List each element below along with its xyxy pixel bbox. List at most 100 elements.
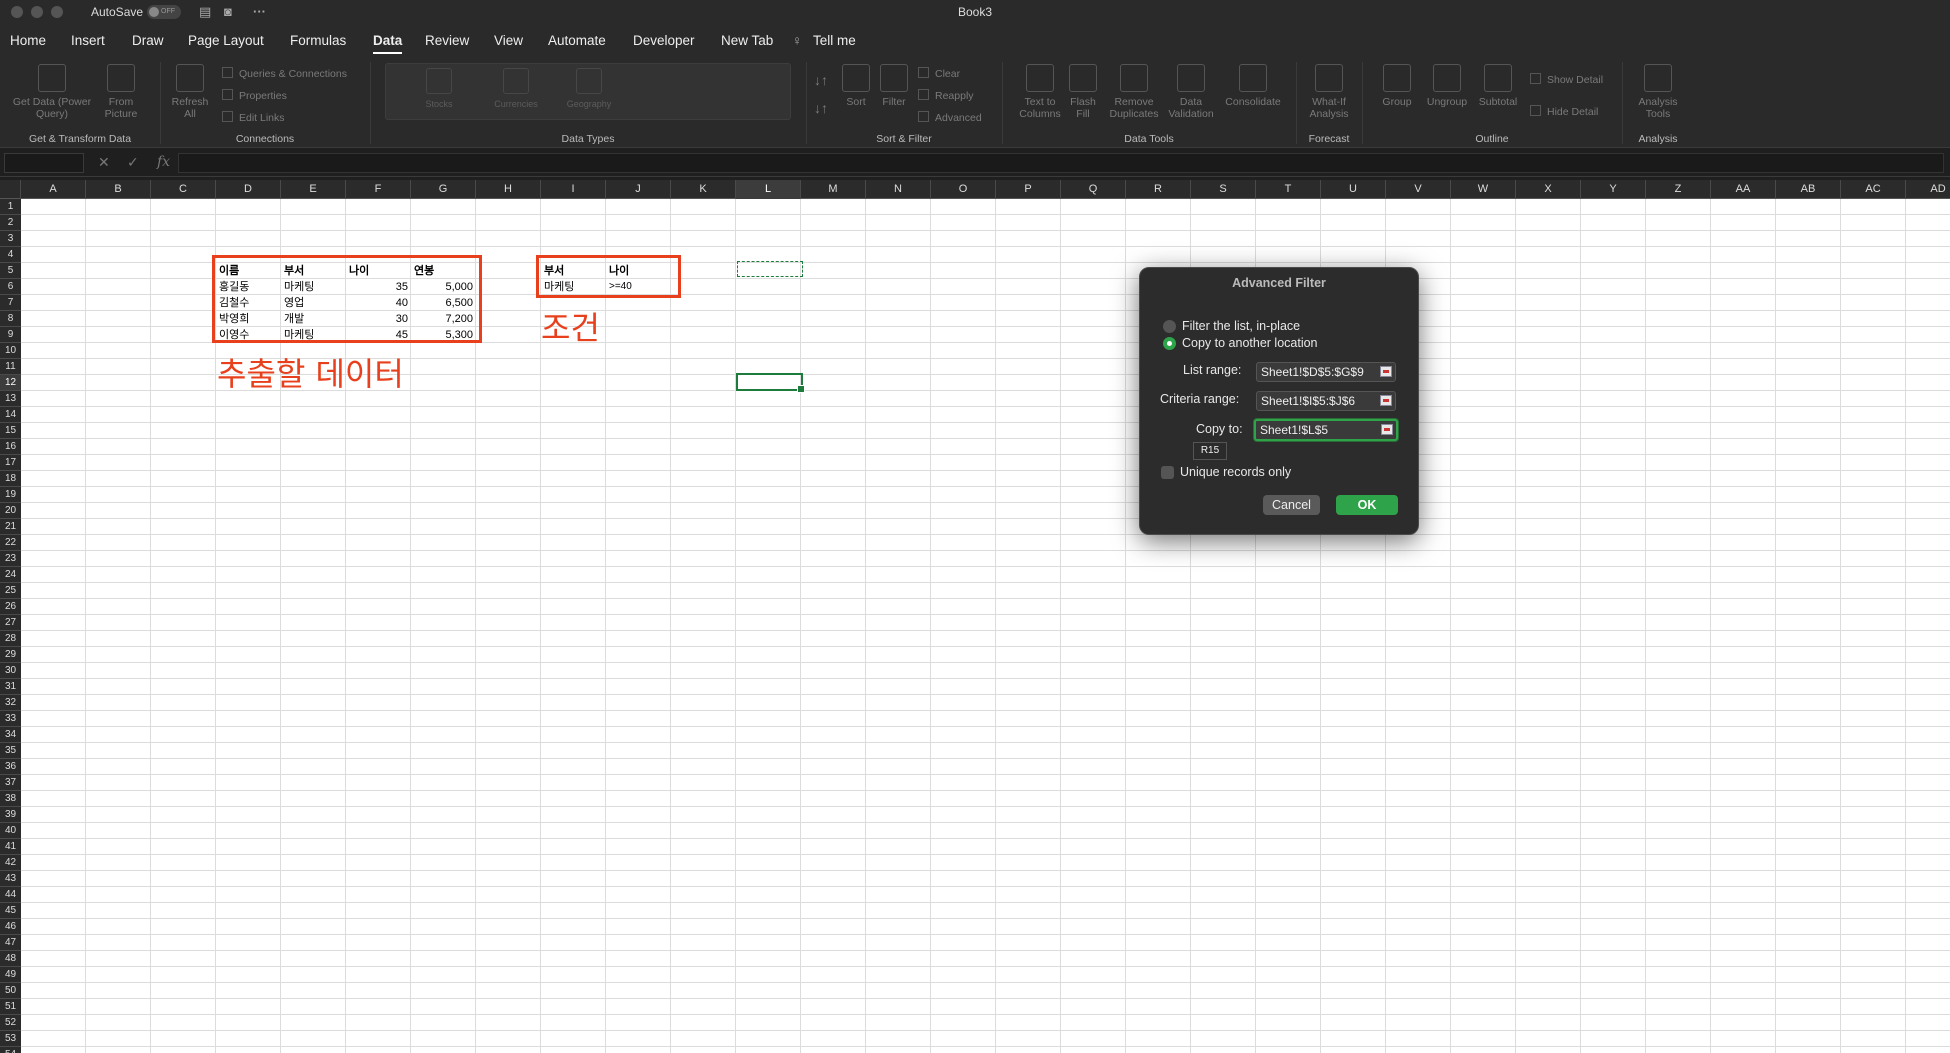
row-header-30[interactable]: 30 [0,663,21,679]
confirm-entry-icon[interactable]: ✓ [127,154,139,171]
sort-az-icon[interactable]: ↓↑ [814,73,828,87]
row-header-16[interactable]: 16 [0,439,21,455]
collapse-dialog-icon[interactable] [1381,424,1393,435]
column-header-Q[interactable]: Q [1061,180,1126,199]
column-header-J[interactable]: J [606,180,671,199]
cell-grid[interactable]: 이름 부서 나이 연봉 홍길동 마케팅 35 5,000 김철수 영업 40 6… [21,199,1950,1053]
tab-new-tab[interactable]: New Tab [721,33,773,48]
row-header-51[interactable]: 51 [0,999,21,1015]
show-detail-button[interactable]: Show Detail [1530,73,1603,86]
tab-home[interactable]: Home [10,33,46,48]
column-header-U[interactable]: U [1321,180,1386,199]
get-data-button[interactable]: Get Data (Power Query) [8,64,96,120]
column-header-M[interactable]: M [801,180,866,199]
row-header-44[interactable]: 44 [0,887,21,903]
consolidate-button[interactable]: Consolidate [1220,64,1286,108]
group-button[interactable]: Group [1376,64,1418,108]
row-header-39[interactable]: 39 [0,807,21,823]
row-header-23[interactable]: 23 [0,551,21,567]
tab-page-layout[interactable]: Page Layout [188,33,264,48]
tab-automate[interactable]: Automate [548,33,606,48]
column-header-P[interactable]: P [996,180,1061,199]
row-header-31[interactable]: 31 [0,679,21,695]
clear-button[interactable]: Clear [918,67,960,80]
column-header-Z[interactable]: Z [1646,180,1711,199]
row-header-6[interactable]: 6 [0,279,21,295]
refresh-all-button[interactable]: Refresh All [166,64,214,120]
advanced-button[interactable]: Advanced [918,111,982,124]
column-header-I[interactable]: I [541,180,606,199]
column-header-G[interactable]: G [411,180,476,199]
row-header-1[interactable]: 1 [0,199,21,215]
row-header-33[interactable]: 33 [0,711,21,727]
row-header-28[interactable]: 28 [0,631,21,647]
row-header-45[interactable]: 45 [0,903,21,919]
column-header-N[interactable]: N [866,180,931,199]
column-header-D[interactable]: D [216,180,281,199]
column-header-T[interactable]: T [1256,180,1321,199]
column-header-S[interactable]: S [1191,180,1256,199]
tab-insert[interactable]: Insert [71,33,105,48]
function-icon[interactable]: fx [157,154,170,170]
column-header-AC[interactable]: AC [1841,180,1906,199]
unique-records-label[interactable]: Unique records only [1180,465,1291,479]
row-header-50[interactable]: 50 [0,983,21,999]
row-header-54[interactable]: 54 [0,1047,21,1053]
column-header-H[interactable]: H [476,180,541,199]
cancel-button[interactable]: Cancel [1263,495,1320,515]
filter-in-place-radio[interactable] [1163,320,1176,333]
copy-to-input[interactable]: Sheet1!$L$5 [1254,419,1398,441]
subtotal-button[interactable]: Subtotal [1474,64,1522,108]
row-header-29[interactable]: 29 [0,647,21,663]
ok-button[interactable]: OK [1336,495,1398,515]
tab-data[interactable]: Data [373,33,403,54]
name-box[interactable] [4,153,84,173]
row-header-17[interactable]: 17 [0,455,21,471]
filter-in-place-label[interactable]: Filter the list, in-place [1182,319,1300,333]
column-header-B[interactable]: B [86,180,151,199]
remove-duplicates-button[interactable]: Remove Duplicates [1106,64,1162,120]
collapse-dialog-icon[interactable] [1380,366,1392,377]
column-header-K[interactable]: K [671,180,736,199]
filter-button[interactable]: Filter [878,64,910,108]
ungroup-button[interactable]: Ungroup [1422,64,1472,108]
tab-draw[interactable]: Draw [132,33,164,48]
column-header-F[interactable]: F [346,180,411,199]
row-header-47[interactable]: 47 [0,935,21,951]
row-header-7[interactable]: 7 [0,295,21,311]
row-header-27[interactable]: 27 [0,615,21,631]
row-header-4[interactable]: 4 [0,247,21,263]
analysis-tools-button[interactable]: Analysis Tools [1632,64,1684,120]
row-header-52[interactable]: 52 [0,1015,21,1031]
copy-to-location-radio[interactable] [1163,337,1176,350]
row-header-49[interactable]: 49 [0,967,21,983]
row-header-9[interactable]: 9 [0,327,21,343]
row-header-42[interactable]: 42 [0,855,21,871]
row-header-10[interactable]: 10 [0,343,21,359]
sort-za-icon[interactable]: ↓↑ [814,101,828,115]
column-header-W[interactable]: W [1451,180,1516,199]
row-header-32[interactable]: 32 [0,695,21,711]
column-header-A[interactable]: A [21,180,86,199]
column-header-X[interactable]: X [1516,180,1581,199]
row-header-8[interactable]: 8 [0,311,21,327]
list-range-input[interactable]: Sheet1!$D$5:$G$9 [1256,362,1396,382]
unique-records-checkbox[interactable] [1161,466,1174,479]
row-header-15[interactable]: 15 [0,423,21,439]
row-header-48[interactable]: 48 [0,951,21,967]
data-validation-button[interactable]: Data Validation [1164,64,1218,120]
row-header-2[interactable]: 2 [0,215,21,231]
active-cell[interactable] [736,373,805,393]
column-header-E[interactable]: E [281,180,346,199]
criteria-range-input[interactable]: Sheet1!$I$5:$J$6 [1256,391,1396,411]
row-header-35[interactable]: 35 [0,743,21,759]
properties-button[interactable]: Properties [222,89,287,102]
row-header-20[interactable]: 20 [0,503,21,519]
row-header-14[interactable]: 14 [0,407,21,423]
row-header-53[interactable]: 53 [0,1031,21,1047]
tell-me[interactable]: Tell me [813,33,856,48]
row-header-13[interactable]: 13 [0,391,21,407]
row-header-36[interactable]: 36 [0,759,21,775]
what-if-analysis-button[interactable]: What-If Analysis [1302,64,1356,120]
row-header-41[interactable]: 41 [0,839,21,855]
